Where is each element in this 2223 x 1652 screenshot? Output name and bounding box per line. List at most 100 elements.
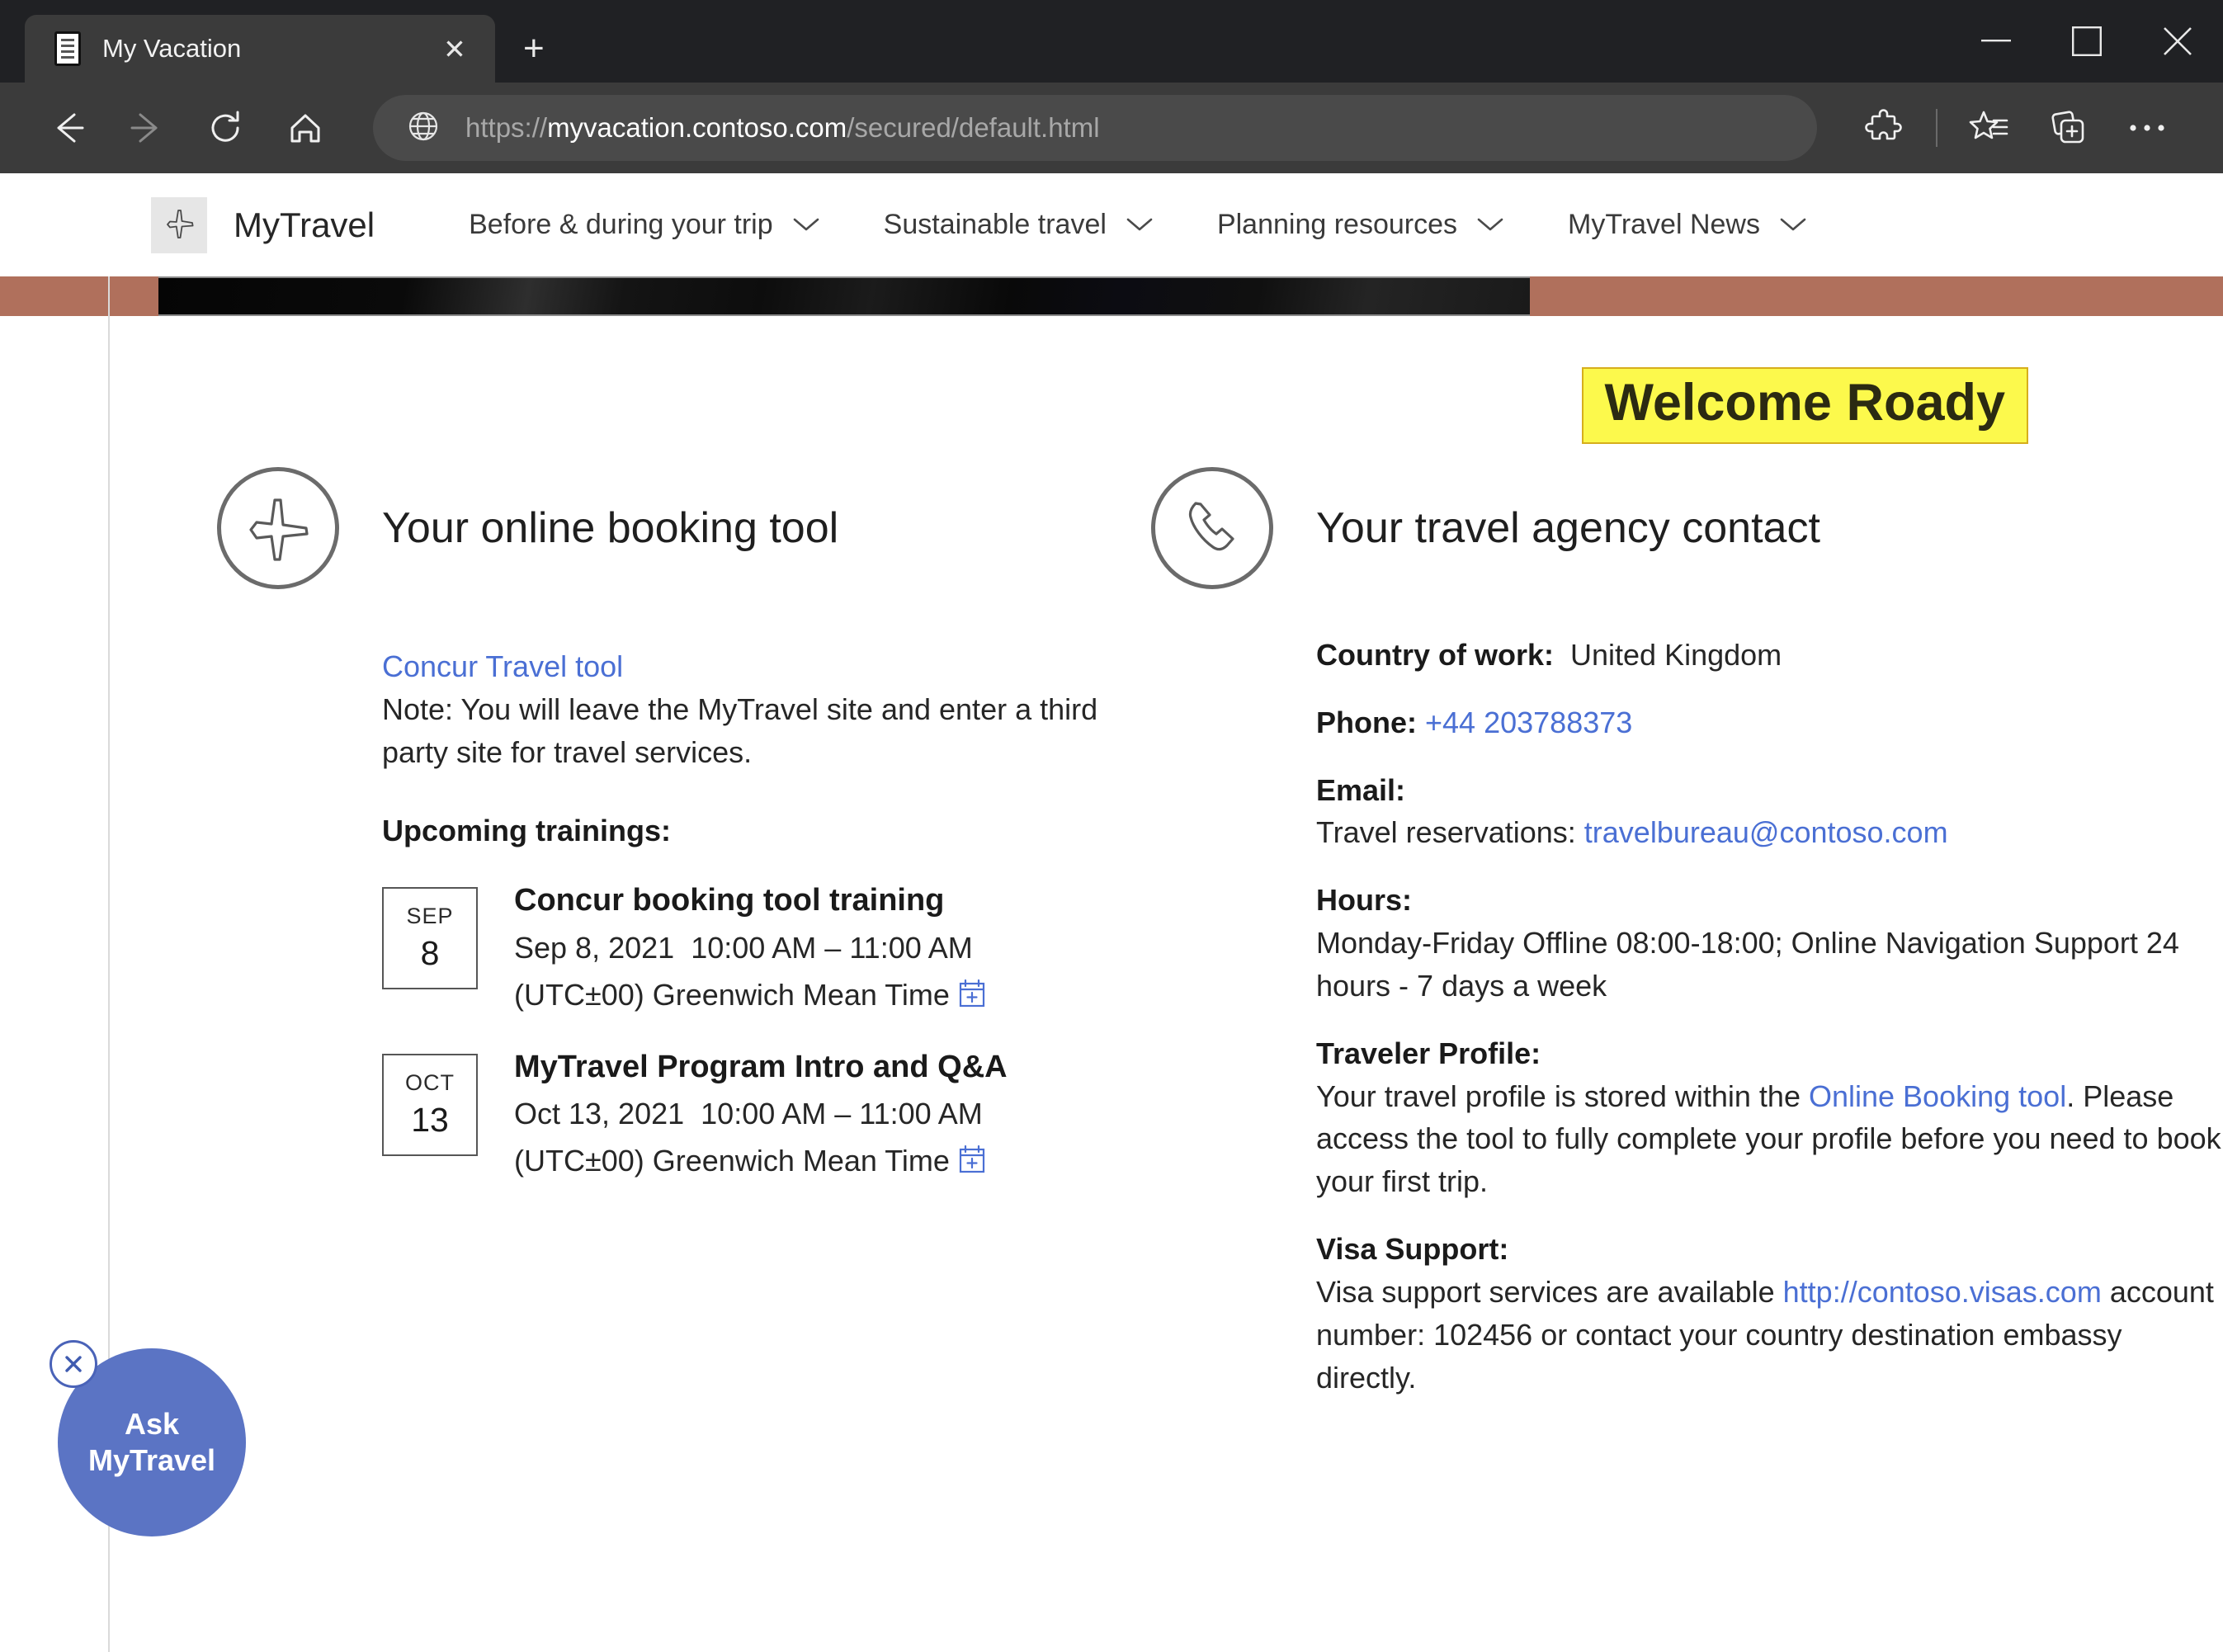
chevron-down-icon — [1125, 209, 1154, 241]
airplane-circle-icon — [217, 467, 339, 589]
training-event: OCT 13 MyTravel Program Intro and Q&A Oc… — [382, 1047, 1131, 1186]
event-details: Concur booking tool training Sep 8, 2021… — [514, 880, 1131, 1019]
concur-travel-tool-link-row: Concur Travel tool — [382, 645, 1131, 688]
hero-banner-right — [1530, 276, 2223, 316]
chevron-down-icon — [1778, 209, 1808, 241]
add-to-calendar-icon[interactable] — [958, 977, 986, 1019]
site-nav-items: Before & during your trip Sustainable tr… — [437, 209, 1839, 241]
agency-section-body: Country of work: United Kingdom Phone: +… — [1151, 589, 2223, 1399]
agency-contact-section: Your travel agency contact Country of wo… — [1131, 467, 2223, 1399]
collections-plus-icon[interactable] — [2028, 88, 2107, 168]
welcome-area: Welcome Roady — [108, 316, 2223, 444]
profile-text-part-1: Your travel profile is stored within the — [1316, 1079, 1809, 1113]
email-row: Travel reservations: travelbureau@contos… — [1316, 811, 2223, 854]
new-tab-button[interactable]: + — [523, 28, 545, 69]
maximize-icon[interactable] — [2041, 0, 2132, 83]
event-date-box: OCT 13 — [382, 1053, 478, 1156]
toolbar-right-icons — [1845, 88, 2187, 168]
phone-row: Phone: +44 203788373 — [1316, 701, 2223, 744]
hero-banner-left — [0, 276, 158, 316]
browser-titlebar: My Vacation ✕ + — [0, 0, 2223, 83]
nav-item-mytravel-news[interactable]: MyTravel News — [1536, 209, 1839, 241]
chevron-down-icon — [791, 209, 821, 241]
hours-label: Hours: — [1316, 883, 1412, 918]
event-details: MyTravel Program Intro and Q&A Oct 13, 2… — [514, 1047, 1131, 1186]
booking-tool-section: Your online booking tool Concur Travel t… — [108, 467, 1131, 1399]
page-content: Welcome Roady Your online booking tool C… — [0, 316, 2223, 1399]
address-bar[interactable]: https://myvacation.contoso.com/secured/d… — [373, 95, 1817, 161]
visa-site-link[interactable]: http://contoso.visas.com — [1783, 1275, 2102, 1309]
visa-support-label: Visa Support: — [1316, 1232, 1509, 1267]
country-of-work-label: Country of work: — [1316, 638, 1554, 672]
site-brand-name: MyTravel — [234, 205, 375, 244]
agency-section-title: Your travel agency contact — [1316, 504, 1820, 552]
country-of-work-row: Country of work: United Kingdom — [1316, 634, 2223, 677]
traveler-profile-label: Traveler Profile: — [1316, 1036, 1541, 1070]
training-event: SEP 8 Concur booking tool training Sep 8… — [382, 880, 1131, 1019]
email-label: Email: — [1316, 772, 1406, 807]
traveler-profile-text: Your travel profile is stored within the… — [1316, 1075, 2223, 1203]
concur-travel-tool-link[interactable]: Concur Travel tool — [382, 649, 623, 683]
ask-mytravel-close-icon[interactable] — [50, 1340, 97, 1388]
ellipsis-icon[interactable] — [2107, 88, 2187, 168]
forward-arrow-icon[interactable] — [107, 88, 186, 168]
event-title: MyTravel Program Intro and Q&A — [514, 1049, 1008, 1084]
event-timezone-row: (UTC±00) Greenwich Mean Time — [514, 1140, 1131, 1185]
event-title: Concur booking tool training — [514, 883, 945, 918]
event-datetime: Oct 13, 2021 10:00 AM – 11:00 AM — [514, 1093, 1131, 1135]
add-to-calendar-icon[interactable] — [958, 1143, 986, 1185]
phone-circle-icon — [1151, 467, 1273, 589]
event-timezone: (UTC±00) Greenwich Mean Time — [514, 1144, 950, 1178]
country-of-work-value: United Kingdom — [1570, 638, 1782, 672]
page-viewport: MyTravel Before & during your trip Susta… — [0, 173, 2223, 1652]
visa-text-part-1: Visa support services are available — [1316, 1274, 1783, 1309]
globe-icon — [406, 109, 441, 148]
close-icon[interactable] — [2132, 0, 2223, 83]
event-month: OCT — [405, 1069, 455, 1095]
nav-item-label: Sustainable travel — [883, 209, 1107, 240]
agency-section-header: Your travel agency contact — [1151, 467, 2223, 589]
nav-item-planning-resources[interactable]: Planning resources — [1186, 209, 1536, 241]
booking-section-header: Your online booking tool — [217, 467, 1131, 589]
upcoming-trainings-heading: Upcoming trainings: — [382, 814, 671, 848]
nav-item-label: Planning resources — [1216, 209, 1457, 240]
toolbar-divider — [1936, 109, 1937, 147]
phone-link[interactable]: +44 203788373 — [1425, 706, 1632, 739]
online-booking-tool-link[interactable]: Online Booking tool — [1809, 1079, 2066, 1113]
nav-item-label: MyTravel News — [1568, 209, 1760, 240]
event-month: SEP — [406, 904, 454, 929]
puzzle-piece-icon[interactable] — [1845, 88, 1924, 168]
visa-support-text: Visa support services are available http… — [1316, 1271, 2223, 1399]
nav-item-before-during-trip[interactable]: Before & during your trip — [437, 209, 852, 241]
ask-mytravel-line1: Ask — [124, 1407, 180, 1442]
home-icon[interactable] — [266, 88, 345, 168]
back-arrow-icon[interactable] — [28, 88, 107, 168]
url-path: /secured/default.html — [847, 112, 1100, 143]
booking-section-title: Your online booking tool — [382, 504, 839, 552]
event-time: 10:00 AM – 11:00 AM — [691, 930, 973, 965]
hero-banner — [0, 276, 2223, 316]
nav-item-label: Before & during your trip — [469, 209, 773, 240]
browser-tab[interactable]: My Vacation ✕ — [25, 15, 495, 83]
booking-note: Note: You will leave the MyTravel site a… — [382, 691, 1098, 769]
event-date: Sep 8, 2021 — [514, 930, 675, 965]
event-day: 13 — [411, 1100, 449, 1139]
airplane-icon — [151, 196, 207, 253]
refresh-icon[interactable] — [186, 88, 266, 168]
event-time: 10:00 AM – 11:00 AM — [701, 1097, 983, 1131]
chevron-down-icon — [1475, 209, 1505, 241]
tab-title: My Vacation — [102, 34, 242, 63]
content-columns: Your online booking tool Concur Travel t… — [108, 444, 2223, 1399]
site-navigation: MyTravel Before & during your trip Susta… — [0, 173, 2223, 276]
hours-value: Monday-Friday Offline 08:00-18:00; Onlin… — [1316, 926, 2179, 1003]
email-prefix: Travel reservations: — [1316, 815, 1584, 850]
tab-close-icon[interactable]: ✕ — [436, 35, 474, 63]
star-list-icon[interactable] — [1949, 88, 2028, 168]
booking-section-body: Concur Travel tool Note: You will leave … — [217, 589, 1131, 1186]
welcome-banner: Welcome Roady — [1581, 367, 2028, 444]
nav-item-sustainable-travel[interactable]: Sustainable travel — [852, 209, 1186, 241]
minimize-icon[interactable] — [1951, 0, 2041, 83]
email-link[interactable]: travelbureau@contoso.com — [1584, 815, 1948, 849]
site-brand[interactable]: MyTravel — [151, 196, 375, 253]
window-controls — [1951, 0, 2223, 83]
